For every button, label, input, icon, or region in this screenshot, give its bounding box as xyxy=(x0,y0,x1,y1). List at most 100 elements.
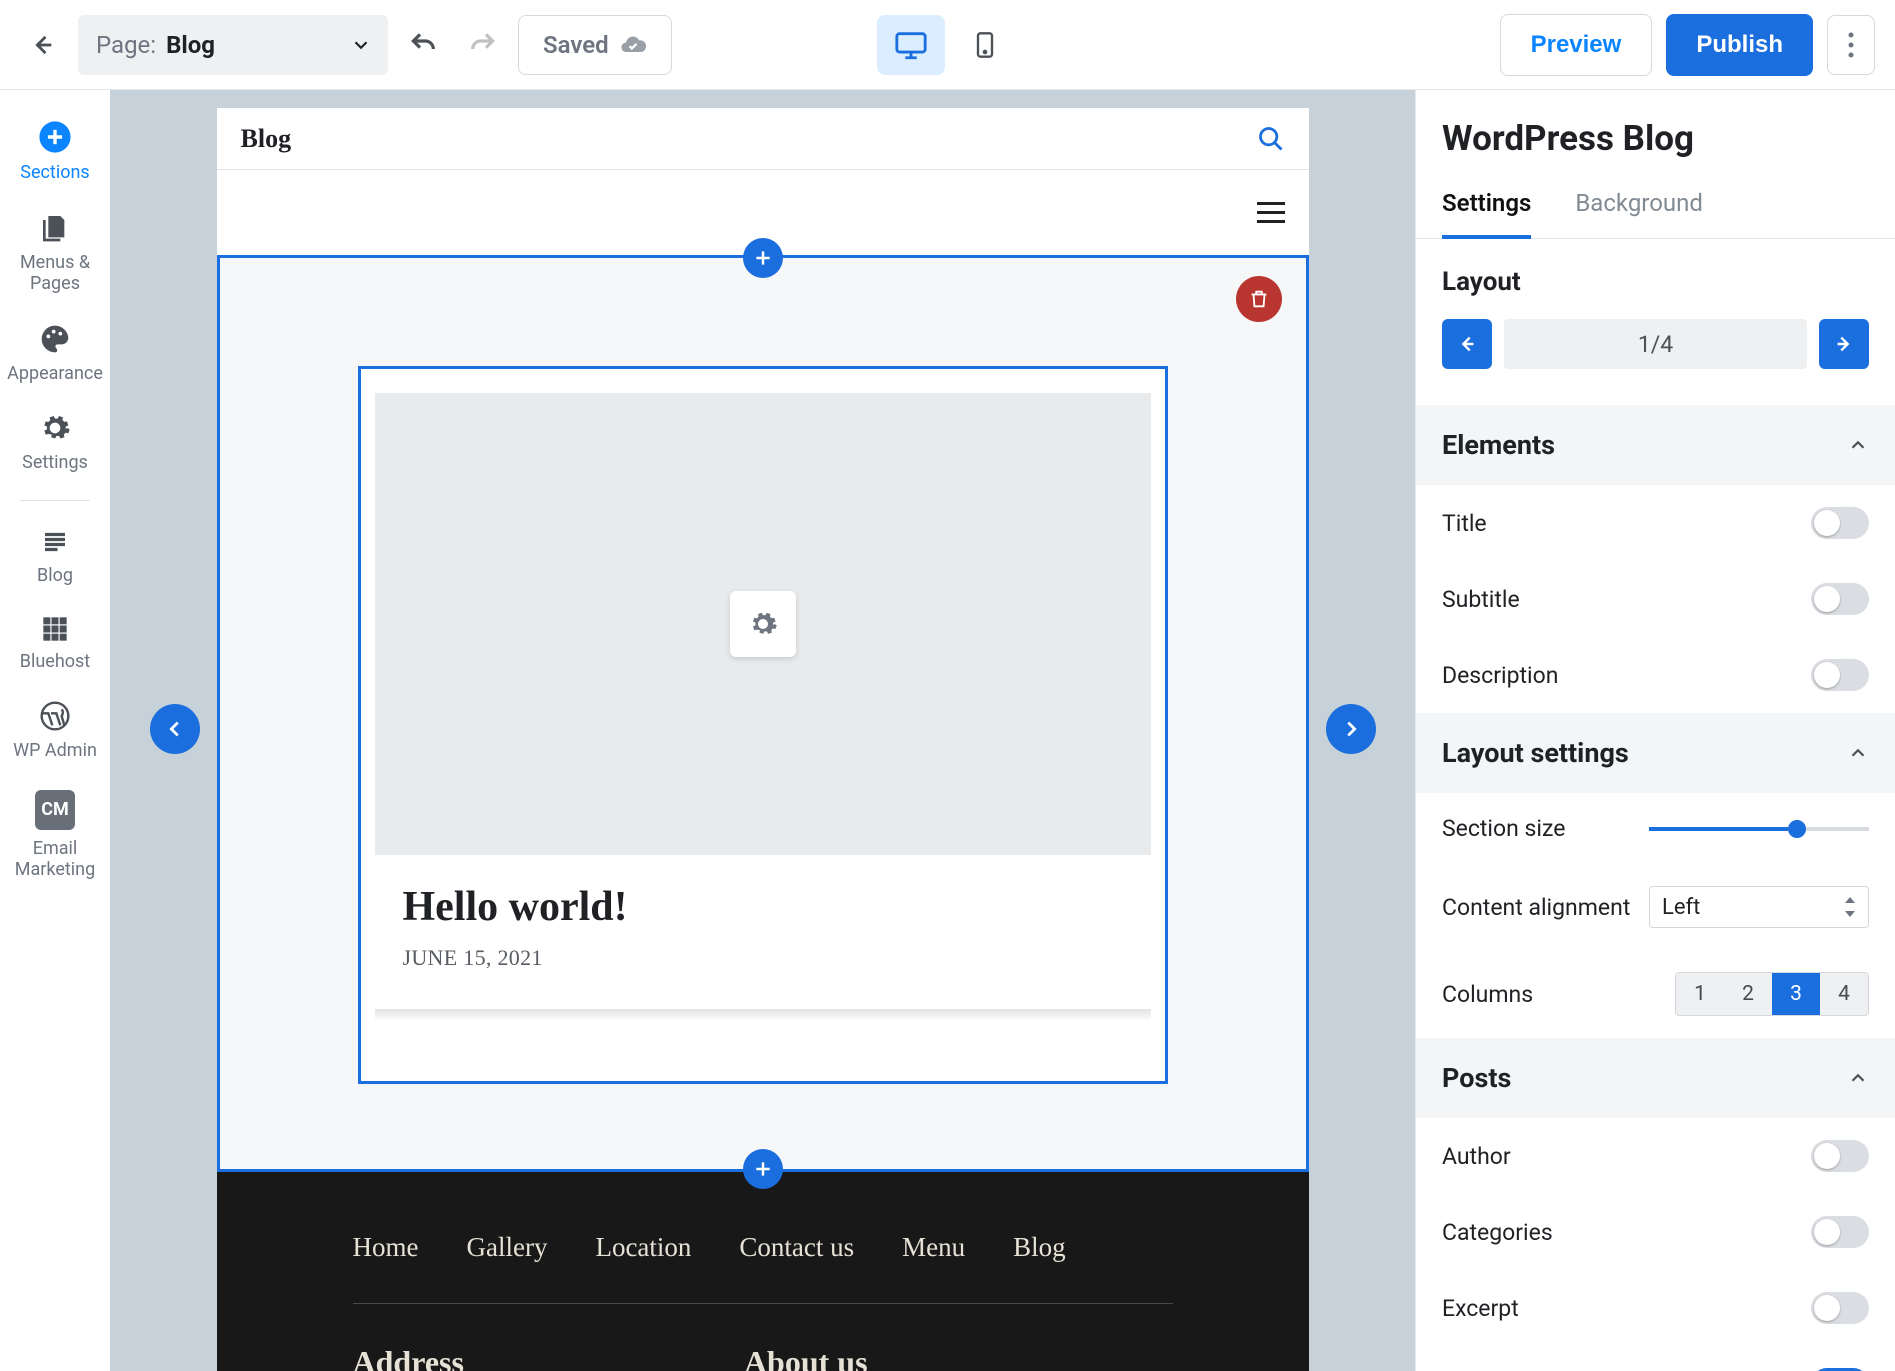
elements-section-header[interactable]: Elements xyxy=(1416,405,1895,485)
gear-icon xyxy=(39,412,71,444)
footer-nav-link[interactable]: Blog xyxy=(1013,1232,1066,1263)
panel-title: WordPress Blog xyxy=(1416,90,1895,169)
footer-nav-link[interactable]: Location xyxy=(595,1232,691,1263)
columns-option-2[interactable]: 2 xyxy=(1724,973,1772,1015)
layout-settings-header[interactable]: Layout settings xyxy=(1416,713,1895,793)
main-area: Sections Menus & Pages Appearance Settin… xyxy=(0,90,1895,1371)
undo-icon xyxy=(408,29,440,61)
chevron-down-icon xyxy=(350,34,372,56)
page-footer: Home Gallery Location Contact us Menu Bl… xyxy=(217,1172,1309,1371)
publish-button[interactable]: Publish xyxy=(1666,14,1813,76)
footer-nav-link[interactable]: Contact us xyxy=(739,1232,854,1263)
categories-toggle[interactable] xyxy=(1811,1216,1869,1248)
page-selector[interactable]: Page: Blog xyxy=(78,15,388,75)
section-prev-button[interactable] xyxy=(150,704,200,754)
mobile-view-button[interactable] xyxy=(951,15,1019,75)
save-status: Saved xyxy=(518,15,672,75)
posts-section-header[interactable]: Posts xyxy=(1416,1038,1895,1118)
selected-section[interactable]: Hello world! JUNE 15, 2021 xyxy=(217,255,1309,1172)
app-root: Page: Blog Saved Preview Publish xyxy=(0,0,1895,1371)
chevron-left-icon xyxy=(164,718,186,740)
rail-item-blog[interactable]: Blog xyxy=(0,515,110,599)
columns-option-1[interactable]: 1 xyxy=(1676,973,1724,1015)
tab-background[interactable]: Background xyxy=(1575,169,1703,238)
rail-divider xyxy=(20,500,90,501)
rail-item-settings[interactable]: Settings xyxy=(0,400,110,486)
back-button[interactable] xyxy=(20,23,64,67)
desktop-icon xyxy=(894,28,928,62)
top-bar: Page: Blog Saved Preview Publish xyxy=(0,0,1895,90)
footer-columns: Address About us xyxy=(353,1304,1173,1371)
description-toggle[interactable] xyxy=(1811,659,1869,691)
content-alignment-select[interactable]: Left xyxy=(1649,886,1869,928)
section-next-button[interactable] xyxy=(1326,704,1376,754)
excerpt-toggle[interactable] xyxy=(1811,1292,1869,1324)
select-stepper-icon xyxy=(1844,897,1856,917)
layout-prev-button[interactable] xyxy=(1442,319,1492,369)
section-size-slider[interactable] xyxy=(1649,827,1869,831)
add-section-above-button[interactable] xyxy=(743,238,783,278)
plus-circle-icon xyxy=(38,120,72,154)
rail-item-email-marketing[interactable]: CM Email Marketing xyxy=(0,778,110,893)
footer-nav: Home Gallery Location Contact us Menu Bl… xyxy=(353,1232,1173,1304)
save-status-label: Saved xyxy=(543,31,609,59)
toggle-label: Categories xyxy=(1442,1219,1553,1246)
footer-col-heading: About us xyxy=(744,1344,868,1371)
rail-item-label: Sections xyxy=(20,162,89,184)
footer-nav-link[interactable]: Gallery xyxy=(466,1232,547,1263)
toggle-row-description: Description xyxy=(1416,637,1895,713)
canvas[interactable]: Blog xyxy=(110,90,1415,1371)
arrow-left-icon xyxy=(28,31,56,59)
footer-nav-link[interactable]: Menu xyxy=(902,1232,965,1263)
section-size-label: Section size xyxy=(1442,815,1565,842)
columns-option-4[interactable]: 4 xyxy=(1820,973,1868,1015)
left-rail: Sections Menus & Pages Appearance Settin… xyxy=(0,90,110,1371)
toggle-label: Author xyxy=(1442,1143,1511,1170)
author-toggle[interactable] xyxy=(1811,1140,1869,1172)
page-preview: Blog xyxy=(217,108,1309,1371)
columns-option-3[interactable]: 3 xyxy=(1772,973,1820,1015)
rail-item-label: Blog xyxy=(37,565,73,587)
post-settings-button[interactable] xyxy=(730,591,796,657)
search-icon[interactable] xyxy=(1257,125,1285,153)
rail-item-label: Appearance xyxy=(7,363,103,385)
rail-item-label: Bluehost xyxy=(20,651,90,673)
rail-item-bluehost[interactable]: Bluehost xyxy=(0,603,110,685)
panel-tabs: Settings Background xyxy=(1416,169,1895,239)
post-image-placeholder xyxy=(375,393,1151,855)
rail-item-appearance[interactable]: Appearance xyxy=(0,311,110,397)
layout-next-button[interactable] xyxy=(1819,319,1869,369)
more-menu-button[interactable] xyxy=(1827,15,1875,75)
rail-item-label: WP Admin xyxy=(13,740,97,762)
gear-icon xyxy=(748,609,778,639)
redo-button[interactable] xyxy=(460,23,504,67)
page-header: Blog xyxy=(217,108,1309,170)
cm-badge-icon: CM xyxy=(35,790,75,830)
add-section-below-button[interactable] xyxy=(743,1149,783,1189)
footer-nav-link[interactable]: Home xyxy=(353,1232,419,1263)
post-card[interactable]: Hello world! JUNE 15, 2021 xyxy=(358,366,1168,1084)
toggle-row-author: Author xyxy=(1416,1118,1895,1194)
select-value: Left xyxy=(1662,895,1700,920)
toggle-row-title: Title xyxy=(1416,485,1895,561)
rail-item-menus-pages[interactable]: Menus & Pages xyxy=(0,200,110,307)
chevron-right-icon xyxy=(1340,718,1362,740)
hamburger-menu-icon[interactable] xyxy=(1257,202,1285,223)
toggle-row-excerpt: Excerpt xyxy=(1416,1270,1895,1346)
undo-button[interactable] xyxy=(402,23,446,67)
delete-section-button[interactable] xyxy=(1236,276,1282,322)
device-switcher xyxy=(877,15,1019,75)
preview-button[interactable]: Preview xyxy=(1500,14,1653,76)
title-toggle[interactable] xyxy=(1811,507,1869,539)
rail-item-wp-admin[interactable]: WP Admin xyxy=(0,688,110,774)
content-alignment-row: Content alignment Left xyxy=(1416,864,1895,950)
arrow-right-icon xyxy=(1833,333,1855,355)
palette-icon xyxy=(39,323,71,355)
arrow-left-icon xyxy=(1456,333,1478,355)
tab-settings[interactable]: Settings xyxy=(1442,169,1531,239)
columns-button-group: 1 2 3 4 xyxy=(1675,972,1869,1016)
subtitle-toggle[interactable] xyxy=(1811,583,1869,615)
pages-icon xyxy=(39,212,71,244)
desktop-view-button[interactable] xyxy=(877,15,945,75)
rail-item-sections[interactable]: Sections xyxy=(0,108,110,196)
